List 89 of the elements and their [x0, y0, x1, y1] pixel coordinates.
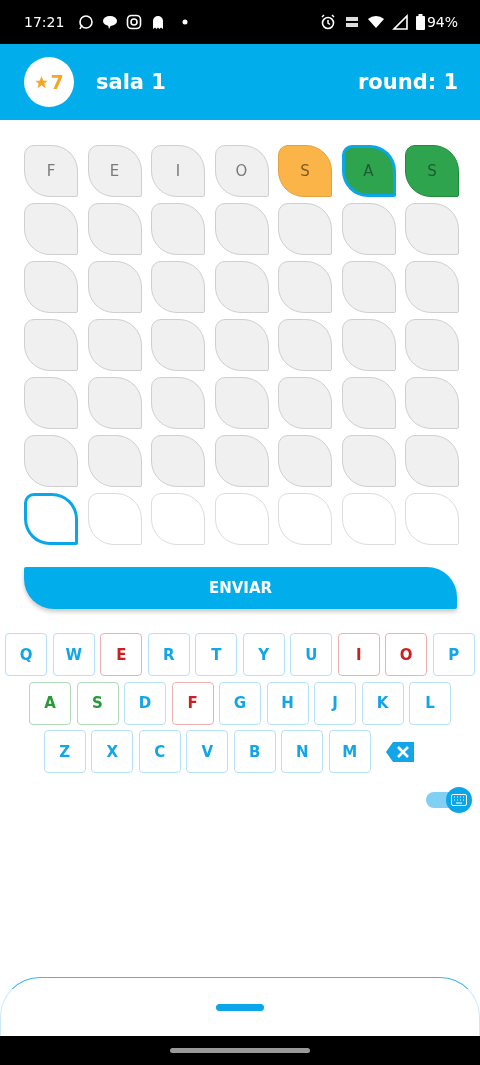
letter-tile[interactable]: [87, 435, 142, 487]
letter-tile[interactable]: [151, 319, 205, 371]
letter-tile[interactable]: [405, 319, 459, 371]
keyboard-key[interactable]: C: [138, 730, 181, 773]
letter-tile[interactable]: [341, 261, 396, 313]
keyboard-key[interactable]: I: [337, 633, 380, 676]
letter-tile[interactable]: [278, 435, 332, 487]
letter-tile[interactable]: [151, 435, 205, 487]
keyboard-key[interactable]: Q: [5, 633, 48, 676]
letter-tile[interactable]: E: [87, 145, 142, 197]
letter-tile[interactable]: S: [278, 145, 332, 197]
chat-bubble-icon: [78, 14, 95, 30]
keyboard-toggle[interactable]: [426, 787, 472, 813]
letter-tile[interactable]: [24, 319, 78, 371]
wifi-icon: [367, 14, 384, 30]
battery-percentage: 94%: [426, 14, 458, 30]
letter-tile[interactable]: [24, 261, 78, 313]
keyboard-key[interactable]: Z: [43, 730, 86, 773]
speech-bubble-icon: [102, 14, 119, 30]
keyboard-key[interactable]: H: [266, 681, 309, 725]
keyboard-key[interactable]: L: [409, 681, 451, 725]
letter-tile[interactable]: [214, 203, 269, 255]
battery-icon: [415, 14, 425, 30]
keyboard-key[interactable]: R: [147, 633, 190, 676]
letter-tile[interactable]: [24, 377, 78, 429]
keyboard-key[interactable]: P: [432, 633, 475, 676]
keyboard-key[interactable]: T: [195, 633, 238, 676]
alarm-icon: [319, 14, 336, 30]
letter-tile[interactable]: [341, 435, 396, 487]
keyboard-key[interactable]: G: [219, 681, 261, 725]
keyboard-key[interactable]: D: [124, 681, 166, 725]
letter-tile[interactable]: [405, 435, 459, 487]
letter-tile[interactable]: [341, 203, 396, 255]
letter-tile[interactable]: [405, 203, 459, 255]
letter-tile[interactable]: [87, 377, 142, 429]
keyboard-key[interactable]: E: [100, 633, 143, 676]
round-label: round: 1: [357, 70, 458, 94]
keyboard-key[interactable]: S: [76, 681, 119, 725]
letter-tile[interactable]: F: [24, 145, 78, 197]
letter-tile[interactable]: [278, 203, 332, 255]
letter-tile[interactable]: [214, 435, 269, 487]
letter-tile[interactable]: [214, 261, 269, 313]
letter-tile[interactable]: [87, 203, 142, 255]
letter-tile[interactable]: [341, 377, 396, 429]
letter-tile[interactable]: [151, 203, 205, 255]
camera-icon: [126, 14, 143, 30]
letter-tile[interactable]: [87, 319, 142, 371]
keyboard-key[interactable]: O: [385, 633, 428, 676]
keyboard-key[interactable]: N: [281, 730, 324, 773]
keyboard-key[interactable]: K: [361, 681, 404, 725]
letter-tile[interactable]: [151, 377, 205, 429]
letter-tile[interactable]: [214, 377, 269, 429]
drag-handle[interactable]: [216, 1004, 264, 1011]
keyboard-key[interactable]: U: [290, 633, 333, 676]
keyboard-key[interactable]: M: [328, 730, 371, 773]
letter-tile[interactable]: [278, 261, 332, 313]
keyboard-key[interactable]: A: [29, 681, 71, 725]
letter-tile[interactable]: [405, 377, 459, 429]
send-button[interactable]: ENVIAR: [24, 567, 457, 609]
signal-icon: [391, 14, 408, 30]
letter-tile[interactable]: [278, 319, 332, 371]
letter-tile[interactable]: [405, 261, 459, 313]
letter-tile[interactable]: [87, 261, 142, 313]
letter-tile[interactable]: [24, 435, 78, 487]
letter-tile[interactable]: [24, 203, 78, 255]
keyboard-key[interactable]: X: [91, 730, 134, 773]
letter-tile[interactable]: I: [151, 145, 205, 197]
keyboard-key[interactable]: F: [171, 681, 214, 725]
dot-icon: [182, 19, 189, 25]
letter-tile[interactable]: S: [405, 145, 459, 197]
backspace-icon[interactable]: [386, 741, 415, 762]
letter-tile[interactable]: [341, 319, 396, 371]
letter-tile[interactable]: O: [214, 145, 269, 197]
letter-tile[interactable]: [24, 493, 78, 545]
letter-tile[interactable]: A: [341, 145, 396, 197]
keyboard-key[interactable]: J: [314, 681, 356, 725]
star-icon: [34, 74, 50, 90]
letter-tile[interactable]: [214, 319, 269, 371]
keyboard-key[interactable]: W: [52, 633, 95, 676]
keyboard-key[interactable]: B: [233, 730, 276, 773]
clock-time: 17:21: [24, 14, 65, 30]
home-indicator[interactable]: [170, 1048, 310, 1053]
keyboard-key[interactable]: V: [186, 730, 229, 773]
keyboard-icon: [451, 794, 467, 806]
letter-tile[interactable]: [278, 377, 332, 429]
score-count: 7: [50, 71, 64, 93]
keyboard-key[interactable]: Y: [242, 633, 285, 676]
room-title: sala 1: [96, 70, 166, 94]
letter-tile[interactable]: [151, 261, 205, 313]
